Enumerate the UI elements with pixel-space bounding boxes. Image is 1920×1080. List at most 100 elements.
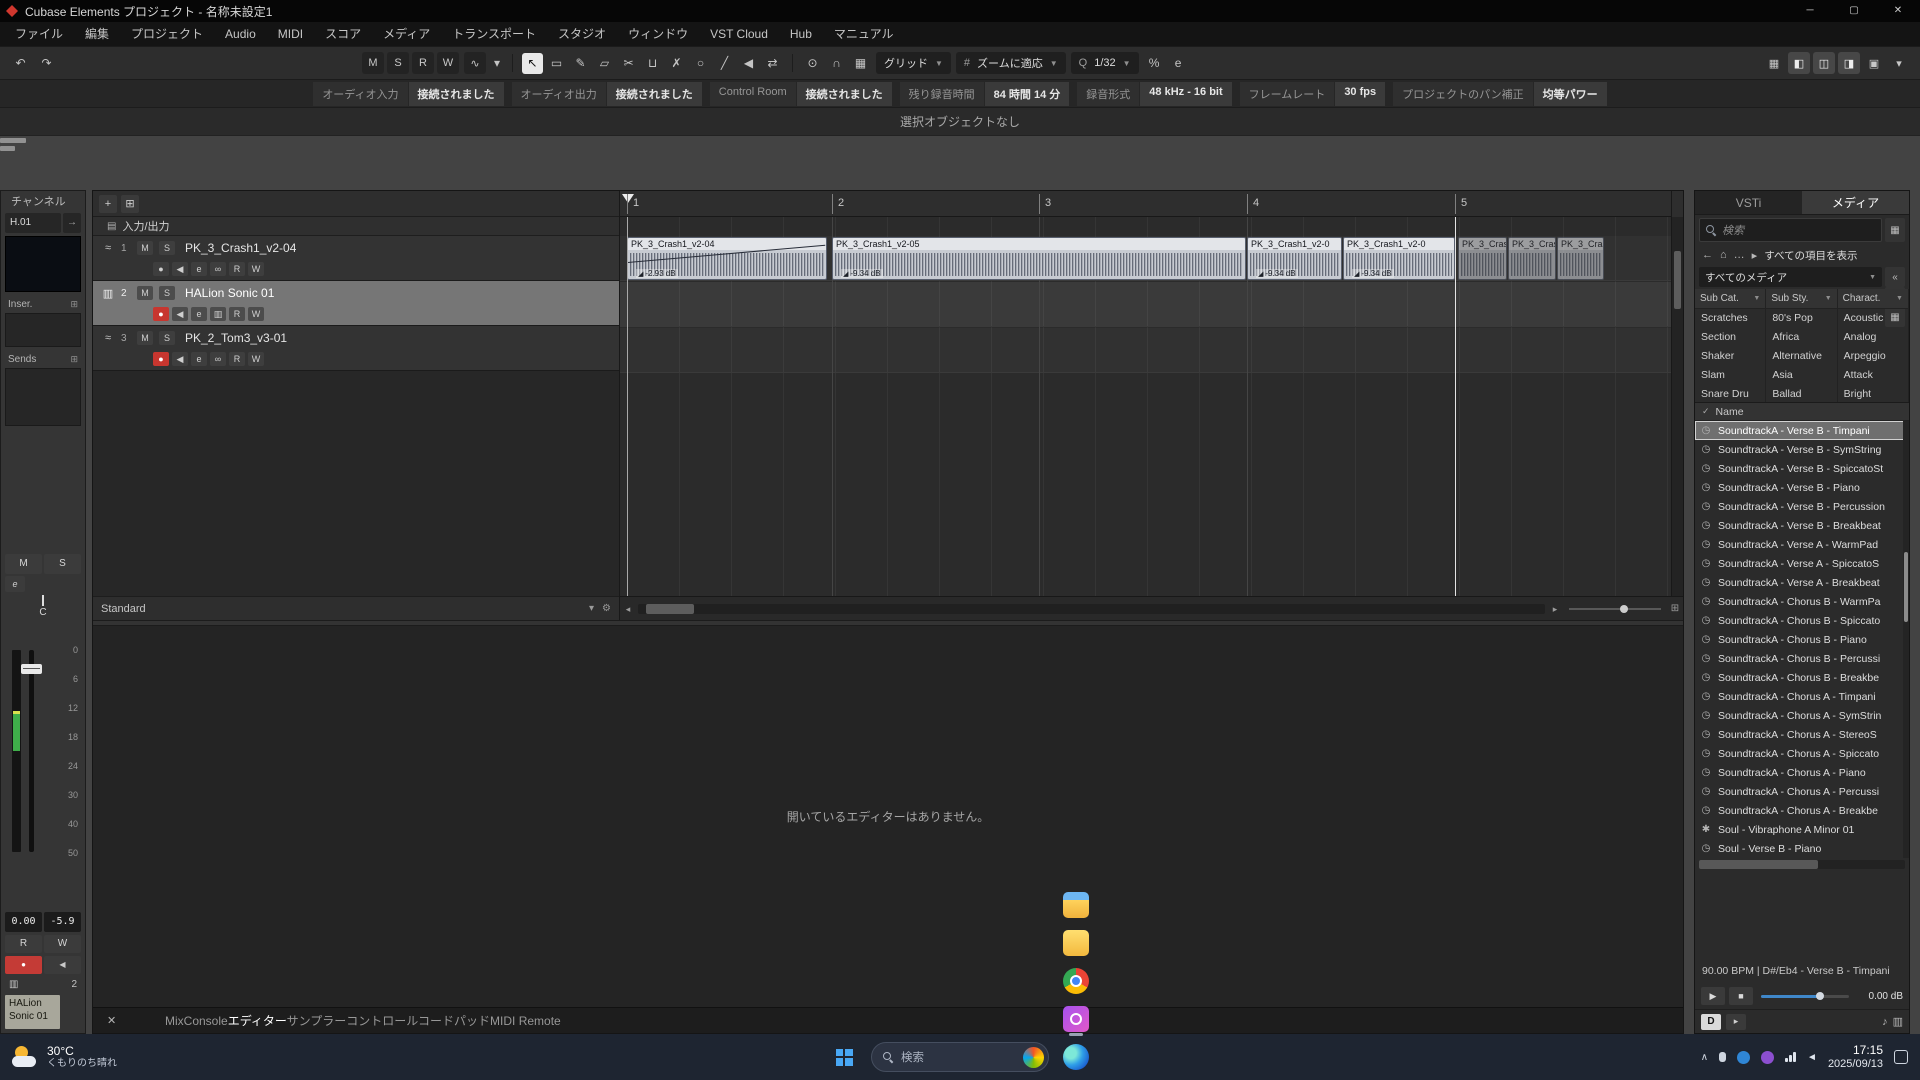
gear-icon[interactable]: ⚙	[602, 603, 611, 614]
channel-solo-button[interactable]: S	[44, 554, 81, 574]
quantize-dropdown[interactable]: Q 1/32▼	[1071, 52, 1139, 74]
glue-tool-button[interactable]: ⊔	[642, 53, 663, 74]
media-result-row[interactable]: ◷ SoundtrackA - Chorus A - Timpani	[1695, 687, 1909, 706]
tray-app-purple-icon[interactable]	[1761, 1051, 1774, 1064]
project-cursor-line[interactable]	[1455, 217, 1456, 596]
write-automation-button[interactable]: W	[248, 352, 264, 366]
media-result-row[interactable]: ◷ SoundtrackA - Chorus B - Percussi	[1695, 649, 1909, 668]
split-tool-button[interactable]: ✂	[618, 53, 639, 74]
undo-button[interactable]: ↶	[10, 53, 31, 74]
zones-setup-button[interactable]: ▣	[1863, 52, 1885, 74]
minimize-button[interactable]: ─	[1788, 0, 1832, 22]
track-name[interactable]: PK_2_Tom3_v3-01	[185, 331, 287, 345]
read-automation-button[interactable]: R	[229, 262, 245, 276]
filter-item[interactable]: Attack	[1838, 366, 1908, 385]
setup-toolbar-button[interactable]: ▦	[1763, 52, 1785, 74]
erase-tool-button[interactable]: ▱	[594, 53, 615, 74]
preview-stop-button[interactable]: ■	[1729, 987, 1753, 1005]
track-name[interactable]: PK_3_Crash1_v2-04	[185, 241, 296, 255]
media-result-row[interactable]: ◷ Soul - Verse B - Piano	[1695, 839, 1909, 858]
mail-icon[interactable]: ✉	[1057, 1076, 1095, 1080]
horizontal-scrollbar[interactable]	[638, 604, 1545, 614]
audio-event-ghost[interactable]: PK_3_Crash1_v2-0	[1557, 237, 1604, 280]
reset-filter-button[interactable]: «	[1885, 267, 1905, 287]
show-all-label[interactable]: すべての項目を表示	[1764, 248, 1857, 263]
taskbar-clock[interactable]: 17:15 2025/09/13	[1828, 1043, 1883, 1072]
fader-track[interactable]	[29, 650, 34, 852]
media-result-row[interactable]: ◷ SoundtrackA - Chorus A - Percussi	[1695, 782, 1909, 801]
automation-panel-button[interactable]: ∿	[464, 52, 486, 74]
tab-media[interactable]: メディア	[1802, 191, 1909, 214]
track-solo-button[interactable]: S	[159, 331, 175, 345]
media-result-row[interactable]: ✱ Soul - Vibraphone A Minor 01	[1695, 820, 1909, 839]
vertical-scrollbar[interactable]	[1671, 217, 1683, 596]
menu-item[interactable]: メディア	[372, 22, 441, 46]
scroll-right-button[interactable]: ▸	[1547, 597, 1563, 621]
io-folder-track[interactable]: ▤ 入力/出力	[93, 217, 619, 236]
start-button[interactable]	[825, 1038, 863, 1076]
track-2-instrument[interactable]: ▥ 2 M S HALion Sonic 01 ● ◀ e ▥	[93, 281, 619, 326]
routing-icon[interactable]: →	[63, 213, 81, 233]
preview-play-button[interactable]: ▶	[1701, 987, 1725, 1005]
grid-type-dropdown[interactable]: # ズームに適応▼	[956, 52, 1066, 74]
status-chip[interactable]: プロジェクトのパン補正 均等パワー	[1393, 82, 1607, 106]
media-type-dropdown[interactable]: すべてのメディア ▼	[1699, 267, 1882, 287]
track-option-button[interactable]: ▥	[210, 307, 226, 321]
audio-event[interactable]: PK_3_Crash1_v2-0 -9.34 dB	[1247, 237, 1342, 280]
filter-item[interactable]: Ballad	[1766, 385, 1836, 402]
track-option-button[interactable]: ∞	[210, 352, 226, 366]
inserts-section[interactable]: Inser.⊞	[5, 295, 81, 313]
tray-app-blue-icon[interactable]	[1737, 1051, 1750, 1064]
media-result-row[interactable]: ◷ SoundtrackA - Chorus A - Breakbe	[1695, 801, 1909, 820]
taskbar-search[interactable]: 検索	[871, 1042, 1049, 1072]
tab-vsti[interactable]: VSTi	[1695, 191, 1802, 214]
status-chip[interactable]: 録音形式 48 kHz - 16 bit	[1077, 82, 1231, 106]
track-mute-button[interactable]: M	[137, 286, 153, 300]
menu-item[interactable]: スコア	[314, 22, 372, 46]
tab-mixconsole[interactable]: MixConsole	[165, 1014, 228, 1028]
monitor-button[interactable]: ◀	[44, 956, 81, 974]
record-enable-button[interactable]: ●	[153, 262, 169, 276]
results-horizontal-scrollbar[interactable]	[1699, 860, 1905, 869]
tab-sampler-control[interactable]: サンプラーコントロール	[287, 1014, 418, 1028]
redo-button[interactable]: ↷	[36, 53, 57, 74]
media-result-row[interactable]: ◷ SoundtrackA - Chorus A - SymStrin	[1695, 706, 1909, 725]
zoom-preset-button[interactable]: ⊞	[1667, 603, 1683, 614]
tab-midi-remote[interactable]: MIDI Remote	[490, 1014, 561, 1028]
channel-preset-button[interactable]: H.01	[5, 213, 61, 233]
note-icon[interactable]: ♪	[1882, 1016, 1888, 1028]
monitor-button[interactable]: ◀	[172, 307, 188, 321]
track-mute-button[interactable]: M	[137, 241, 153, 255]
grid-dropdown[interactable]: グリッド▼	[876, 52, 951, 74]
status-chip[interactable]: 残り録音時間 84 時間 14 分	[900, 82, 1070, 106]
filter-item[interactable]: Alternative	[1766, 347, 1836, 366]
audio-event[interactable]: PK_3_Crash1_v2-04 -2.93 dB	[627, 237, 827, 280]
microphone-icon[interactable]	[1719, 1052, 1726, 1062]
track-1-audio[interactable]: ≈ 1 M S PK_3_Crash1_v2-04 ● ◀ e ∞	[93, 236, 619, 281]
scroll-left-button[interactable]: ◂	[620, 597, 636, 621]
menu-item[interactable]: VST Cloud	[699, 22, 779, 46]
read-automation-button[interactable]: R	[229, 307, 245, 321]
media-result-row[interactable]: ◷ SoundtrackA - Chorus B - WarmPa	[1695, 592, 1909, 611]
close-lower-zone-icon[interactable]: ✕	[107, 1014, 121, 1027]
status-chip[interactable]: オーディオ入力 接続されました	[313, 82, 503, 106]
chevron-down-icon[interactable]: ▾	[589, 603, 594, 614]
track-3-audio[interactable]: ≈ 3 M S PK_2_Tom3_v3-01 ● ◀ e ∞	[93, 326, 619, 371]
media-result-row[interactable]: ◷ SoundtrackA - Chorus A - Spiccato	[1695, 744, 1909, 763]
automation-button[interactable]: M	[362, 52, 384, 74]
scrollbar-thumb[interactable]	[1904, 552, 1908, 622]
file-explorer-icon[interactable]	[1057, 886, 1095, 924]
automation-button[interactable]: W	[437, 52, 459, 74]
media-result-row[interactable]: ◷ SoundtrackA - Verse A - WarmPad	[1695, 535, 1909, 554]
expand-icon[interactable]: ⊞	[70, 299, 78, 310]
attr-character[interactable]: Charact.▼	[1838, 289, 1909, 309]
menu-item[interactable]: トランスポート	[441, 22, 547, 46]
attr-sub-style[interactable]: Sub Sty.▼	[1766, 289, 1837, 309]
media-result-row[interactable]: ◷ SoundtrackA - Chorus A - Piano	[1695, 763, 1909, 782]
menu-item[interactable]: MIDI	[267, 22, 314, 46]
expand-icon[interactable]: ⊞	[70, 354, 78, 365]
automation-button[interactable]: R	[412, 52, 434, 74]
menu-item[interactable]: スタジオ	[547, 22, 617, 46]
fader-handle[interactable]	[21, 664, 42, 674]
auto-play-button[interactable]: D	[1701, 1014, 1721, 1030]
